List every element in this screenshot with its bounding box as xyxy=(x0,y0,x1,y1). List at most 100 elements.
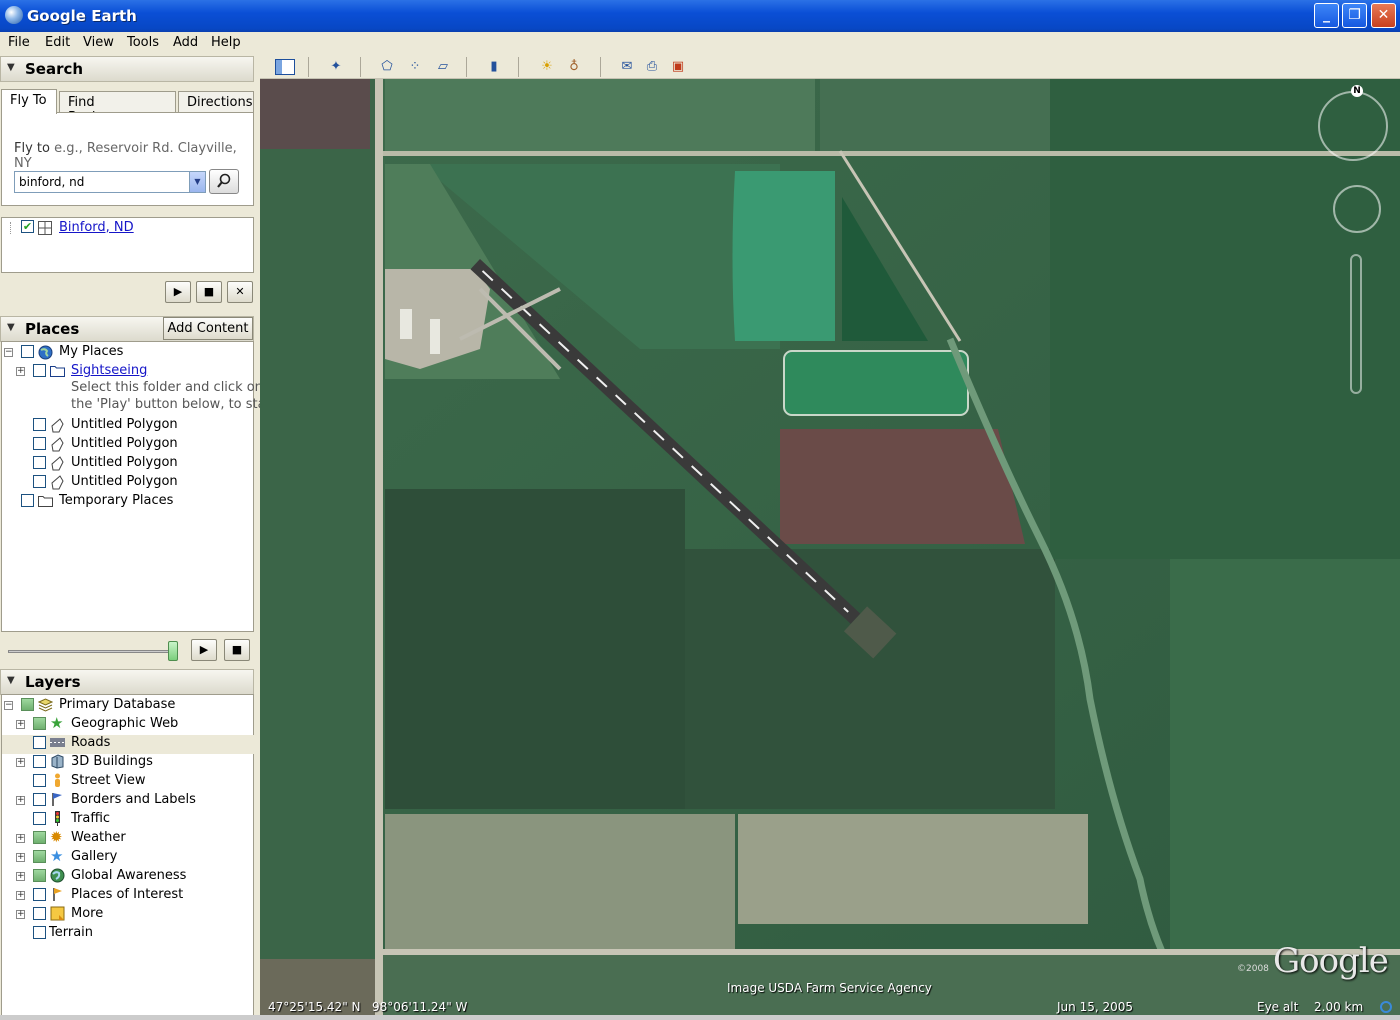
eye-alt-label: Eye alt xyxy=(1257,1000,1299,1014)
checkbox[interactable] xyxy=(21,494,34,507)
search-panel-header[interactable]: ▼ Search xyxy=(0,56,254,82)
toolbar-separator xyxy=(308,57,309,77)
collapse-icon[interactable]: − xyxy=(4,348,13,357)
result-label[interactable]: Binford, ND xyxy=(59,220,134,235)
add-polygon-icon[interactable]: ⬠ xyxy=(378,58,396,76)
collapse-icon[interactable]: − xyxy=(4,701,13,710)
expand-icon[interactable]: + xyxy=(16,796,25,805)
checkbox[interactable] xyxy=(33,869,46,882)
tab-fly-to[interactable]: Fly To xyxy=(1,89,57,114)
add-placemark-icon[interactable]: ✦ xyxy=(327,58,345,76)
sunlight-icon[interactable]: ☀ xyxy=(538,58,556,76)
road-icon xyxy=(50,737,65,750)
map-view[interactable]: N Image USDA Farm Service Agency ©2008 G… xyxy=(260,79,1400,1020)
close-button[interactable]: ✕ xyxy=(1371,3,1396,28)
ruler-icon[interactable]: ▮ xyxy=(485,58,503,76)
checkbox[interactable] xyxy=(33,888,46,901)
menu-add[interactable]: Add xyxy=(173,35,198,50)
checkbox[interactable] xyxy=(33,774,46,787)
expand-icon[interactable]: + xyxy=(16,910,25,919)
look-joystick[interactable] xyxy=(1318,91,1388,161)
compass-north-icon[interactable]: N xyxy=(1351,85,1363,97)
latitude-readout: 47°25'15.42" N xyxy=(268,1000,361,1014)
expand-icon[interactable]: + xyxy=(16,720,25,729)
switch-to-sky-icon[interactable]: ♁ xyxy=(565,58,583,76)
checkbox[interactable] xyxy=(33,418,46,431)
sun-icon: ✹ xyxy=(50,828,63,846)
checkbox[interactable] xyxy=(21,345,34,358)
sightseeing-description-line-2: the 'Play' button below, to start xyxy=(71,397,277,412)
search-result-item[interactable]: ✔ Binford, ND xyxy=(2,218,252,238)
checkbox[interactable] xyxy=(33,736,46,749)
checkbox[interactable] xyxy=(33,437,46,450)
tab-directions[interactable]: Directions xyxy=(178,91,254,113)
checkbox[interactable] xyxy=(33,755,46,768)
window-title: Google Earth xyxy=(27,7,137,25)
checkbox[interactable] xyxy=(33,926,46,939)
places-stop-button[interactable]: ■ xyxy=(224,639,250,661)
toolbar-separator xyxy=(600,57,601,77)
toolbar-separator xyxy=(360,57,361,77)
add-content-button[interactable]: Add Content xyxy=(163,317,253,340)
google-earth-icon xyxy=(5,6,23,24)
menu-edit[interactable]: Edit xyxy=(45,35,70,50)
expand-icon[interactable]: + xyxy=(16,758,25,767)
polygon-icon xyxy=(50,418,65,433)
globe-icon xyxy=(50,868,65,883)
add-image-overlay-icon[interactable]: ▱ xyxy=(434,58,452,76)
layer-label: More xyxy=(71,906,104,921)
expand-icon[interactable]: + xyxy=(16,367,25,376)
satellite-imagery[interactable] xyxy=(260,79,1400,1020)
search-button[interactable] xyxy=(209,169,239,194)
checkbox[interactable] xyxy=(33,456,46,469)
maximize-button[interactable]: ❐ xyxy=(1342,3,1367,28)
dropdown-arrow-icon[interactable]: ▼ xyxy=(189,172,205,192)
search-play-button[interactable]: ▶ xyxy=(165,281,191,303)
longitude-readout: 98°06'11.24" W xyxy=(372,1000,468,1014)
expand-icon[interactable]: + xyxy=(16,891,25,900)
checkbox[interactable] xyxy=(21,698,34,711)
email-icon[interactable]: ✉ xyxy=(618,58,636,76)
imagery-credit: Image USDA Farm Service Agency xyxy=(727,981,932,995)
database-layers-icon xyxy=(37,698,54,712)
tree-item-label[interactable]: Sightseeing xyxy=(71,363,147,378)
expand-icon[interactable]: + xyxy=(16,853,25,862)
search-stop-button[interactable]: ■ xyxy=(196,281,222,303)
layer-label: Terrain xyxy=(49,925,94,940)
tab-find-businesses[interactable]: Find Businesses xyxy=(59,91,176,125)
checkbox[interactable] xyxy=(33,812,46,825)
result-checkbox[interactable]: ✔ xyxy=(21,220,34,233)
minimize-button[interactable]: _ xyxy=(1314,3,1339,28)
layers-panel-header[interactable]: ▼ Layers xyxy=(0,669,254,695)
sidebar-toggle-icon[interactable] xyxy=(275,59,295,75)
places-play-button[interactable]: ▶ xyxy=(191,639,217,661)
search-clear-button[interactable]: ✕ xyxy=(227,281,253,303)
move-joystick[interactable] xyxy=(1333,185,1381,233)
fly-to-input[interactable]: binford, nd ▼ xyxy=(14,171,206,193)
menu-view[interactable]: View xyxy=(83,35,114,50)
checkbox[interactable] xyxy=(33,717,46,730)
checkbox[interactable] xyxy=(33,831,46,844)
print-icon[interactable]: ⎙ xyxy=(643,58,661,76)
window-bottom-border xyxy=(0,1015,1400,1020)
checkbox[interactable] xyxy=(33,793,46,806)
tour-speed-slider[interactable] xyxy=(8,650,178,653)
checkbox[interactable] xyxy=(33,475,46,488)
zoom-slider[interactable] xyxy=(1350,254,1362,394)
expand-icon[interactable]: + xyxy=(16,872,25,881)
gallery-star-icon: ★ xyxy=(50,847,64,865)
menu-file[interactable]: File xyxy=(8,35,30,50)
slider-handle[interactable] xyxy=(168,641,178,661)
fly-to-label: Fly to e.g., Reservoir Rd. Clayville, NY xyxy=(14,141,253,171)
checkbox[interactable] xyxy=(33,850,46,863)
checkbox[interactable] xyxy=(33,364,46,377)
menu-tools[interactable]: Tools xyxy=(127,35,159,50)
view-in-google-maps-icon[interactable]: ▣ xyxy=(669,58,687,76)
fly-to-input-value: binford, nd xyxy=(19,175,85,189)
add-path-icon[interactable]: ⁘ xyxy=(406,58,424,76)
menu-help[interactable]: Help xyxy=(211,35,241,50)
expand-icon[interactable]: + xyxy=(16,834,25,843)
toolbar-separator xyxy=(518,57,519,77)
checkbox[interactable] xyxy=(33,907,46,920)
polygon-icon xyxy=(50,475,65,490)
